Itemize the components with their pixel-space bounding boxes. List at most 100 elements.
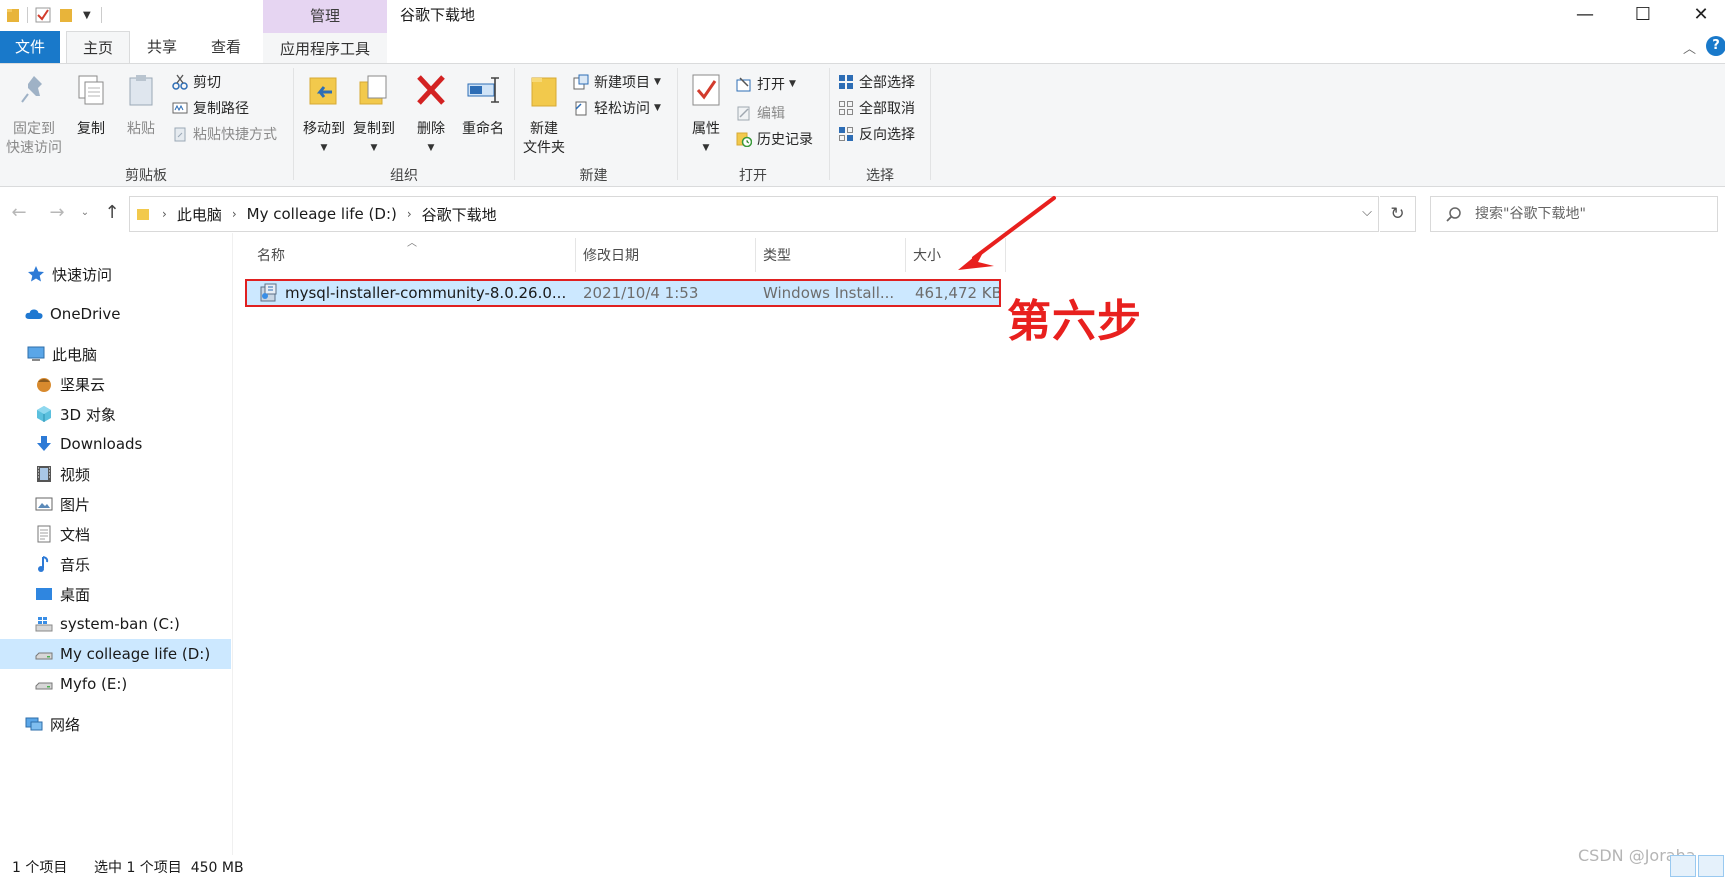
properties-button[interactable]: 属性 ▼ [684, 72, 728, 158]
copy-icon [78, 75, 104, 105]
breadcrumb-chevron-icon[interactable]: › [162, 207, 167, 221]
sidebar-item-pictures[interactable]: 图片 [0, 489, 231, 519]
forward-arrow-icon[interactable]: → [44, 199, 70, 225]
column-header-type[interactable]: 类型 [763, 240, 903, 270]
folder-icon [137, 209, 149, 220]
copy-button[interactable]: 复制 [70, 72, 112, 139]
cut-button[interactable]: 剪切 [172, 70, 221, 94]
sidebar-item-drive-d[interactable]: My colleage life (D:) [0, 639, 231, 669]
sidebar-item-documents[interactable]: 文档 [0, 519, 231, 549]
sidebar-item-quick-access[interactable]: 快速访问 [0, 259, 231, 289]
title-bar: ▼ 管理 谷歌下载地 — ☐ ✕ [0, 0, 1725, 31]
address-bar[interactable]: › 此电脑 › My colleage life (D:) › 谷歌下载地 ⌵ [129, 196, 1379, 232]
pin-to-quick-access-button[interactable]: 固定到 快速访问 [4, 72, 64, 158]
file-name[interactable]: mysql-installer-community-8.0.26.0.... [285, 281, 567, 305]
properties-check-icon[interactable] [35, 7, 51, 23]
sidebar-item-drive-c[interactable]: system-ban (C:) [0, 609, 231, 639]
tab-file[interactable]: 文件 [0, 31, 60, 63]
tab-share[interactable]: 共享 [134, 31, 190, 63]
column-resize-handle[interactable] [905, 238, 906, 272]
easy-access-button[interactable]: 轻松访问 ▼ [573, 96, 661, 120]
breadcrumb-drive-d[interactable]: My colleage life (D:) [247, 205, 397, 223]
sidebar-item-desktop[interactable]: 桌面 [0, 579, 231, 609]
address-dropdown-icon[interactable]: ⌵ [1362, 205, 1372, 220]
tab-app-tools[interactable]: 应用程序工具 [263, 31, 387, 63]
breadcrumb-chevron-icon[interactable]: › [407, 207, 412, 221]
open-button[interactable]: 打开 ▼ [736, 72, 796, 96]
navigation-bar: ← → ⌄ ↑ › 此电脑 › My colleage life (D:) › … [0, 195, 1725, 232]
breadcrumb-current-folder[interactable]: 谷歌下载地 [422, 204, 497, 225]
close-button[interactable]: ✕ [1672, 0, 1725, 28]
help-icon[interactable]: ? [1706, 36, 1725, 56]
column-resize-handle[interactable] [755, 238, 756, 272]
up-arrow-icon[interactable]: ↑ [99, 199, 125, 225]
select-all-icon [839, 75, 853, 89]
new-folder-button[interactable]: 新建 文件夹 [518, 72, 570, 158]
new-folder-icon[interactable] [59, 7, 73, 23]
tab-manage[interactable]: 管理 [263, 0, 387, 31]
sidebar-item-downloads[interactable]: Downloads [0, 429, 231, 459]
column-resize-handle[interactable] [575, 238, 576, 272]
column-header-name[interactable]: 名称 [257, 240, 575, 270]
computer-icon [27, 346, 45, 361]
column-resize-handle[interactable] [1005, 238, 1006, 272]
sidebar-item-3d-objects[interactable]: 3D 对象 [0, 399, 231, 429]
table-row[interactable]: mysql-installer-community-8.0.26.0.... 2… [245, 279, 1001, 307]
sidebar-item-this-pc[interactable]: 此电脑 [0, 339, 231, 369]
delete-button[interactable]: 删除 ▼ [408, 72, 454, 158]
paste-shortcut-button[interactable]: 粘贴快捷方式 [172, 122, 277, 146]
select-none-button[interactable]: 全部取消 [838, 96, 915, 120]
search-input[interactable] [1475, 206, 1695, 222]
large-icons-view-icon[interactable] [1698, 855, 1724, 877]
group-label-organize: 组织 [390, 168, 418, 184]
paste-shortcut-icon [174, 127, 186, 142]
clipboard-icon [129, 75, 153, 106]
select-all-button[interactable]: 全部选择 [838, 70, 915, 94]
move-to-button[interactable]: 移动到 ▼ [300, 72, 348, 158]
tab-home[interactable]: 主页 [66, 31, 130, 64]
sidebar-item-music[interactable]: 音乐 [0, 549, 231, 579]
details-view-icon[interactable] [1670, 855, 1696, 877]
back-arrow-icon[interactable]: ← [6, 199, 32, 225]
refresh-icon[interactable]: ↻ [1380, 196, 1416, 232]
recent-locations-chevron-icon[interactable]: ⌄ [72, 199, 98, 225]
sidebar-item-drive-e[interactable]: Myfo (E:) [0, 669, 231, 699]
quick-access-toolbar: ▼ [6, 4, 112, 26]
document-icon [37, 525, 51, 543]
breadcrumb-chevron-icon[interactable]: › [232, 207, 237, 221]
edit-icon [737, 106, 750, 121]
open-icon [736, 77, 751, 92]
column-header-size[interactable]: 大小 [913, 240, 1003, 270]
sidebar-item-onedrive[interactable]: OneDrive [0, 299, 231, 329]
sidebar-item-network[interactable]: 网络 [0, 709, 231, 739]
maximize-button[interactable]: ☐ [1614, 0, 1672, 28]
history-button[interactable]: 历史记录 [736, 127, 813, 151]
tab-view[interactable]: 查看 [198, 31, 254, 63]
star-icon [28, 266, 44, 282]
ribbon-collapse-icon[interactable]: ︿ [1683, 38, 1696, 57]
minimize-button[interactable]: — [1556, 0, 1614, 28]
sidebar-item-videos[interactable]: 视频 [0, 459, 231, 489]
group-separator [829, 68, 830, 180]
pane-divider[interactable] [232, 233, 233, 855]
download-icon [37, 436, 51, 451]
customize-dropdown-icon[interactable]: ▼ [83, 10, 91, 21]
copy-path-icon [172, 102, 188, 114]
history-icon [736, 132, 752, 147]
network-icon [25, 717, 43, 731]
copy-path-button[interactable]: 复制路径 [172, 96, 249, 120]
copy-to-button[interactable]: 复制到 ▼ [350, 72, 398, 158]
invert-selection-button[interactable]: 反向选择 [838, 122, 915, 146]
column-header-modified[interactable]: 修改日期 [583, 240, 753, 270]
sidebar-item-jianguoyun[interactable]: 坚果云 [0, 369, 231, 399]
annotation-step-label: 第六步 [1007, 296, 1142, 347]
video-icon [37, 466, 51, 482]
rename-button[interactable]: 重命名 [458, 72, 508, 139]
breadcrumb-this-pc[interactable]: 此电脑 [177, 204, 222, 225]
paste-button[interactable]: 粘贴 [120, 72, 162, 139]
edit-button[interactable]: 编辑 [736, 101, 785, 125]
folder-icon[interactable] [6, 7, 20, 23]
windows-drive-icon [35, 617, 53, 632]
new-item-button[interactable]: 新建项目 ▼ [573, 70, 661, 94]
search-box[interactable] [1430, 196, 1718, 232]
